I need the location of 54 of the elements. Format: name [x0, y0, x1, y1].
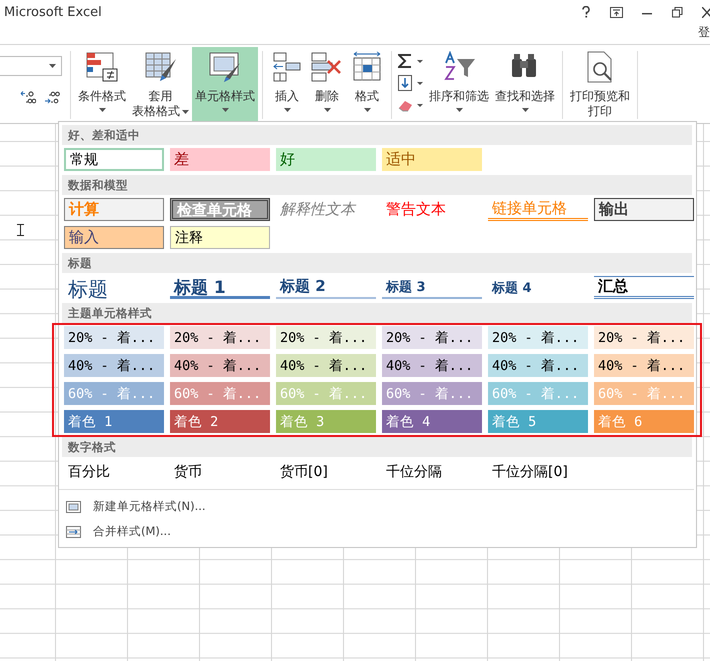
cell-style-swatch[interactable]: 好 [276, 148, 376, 171]
cell-style-swatch[interactable]: 常规 [64, 148, 164, 171]
ribbon-icon [310, 51, 344, 83]
sum-icon[interactable] [398, 53, 424, 69]
window-title: Microsoft Excel [4, 4, 102, 20]
decrease-decimal-icon[interactable] [44, 90, 60, 104]
section-header: 标题 [62, 253, 692, 273]
section-header: 数据和模型 [62, 175, 692, 195]
help-icon[interactable] [581, 6, 591, 18]
cell-style-swatch[interactable]: 适中 [382, 148, 482, 171]
cell-style-swatch[interactable]: 差 [170, 148, 270, 171]
cell-style-swatch[interactable]: 输出 [594, 198, 694, 221]
cell-style-swatch[interactable]: 40% - 着... [594, 354, 694, 377]
ribbon-display-icon[interactable] [610, 6, 623, 18]
cell-style-swatch[interactable]: 40% - 着... [488, 354, 588, 377]
cell-style-swatch[interactable]: 20% - 着... [382, 326, 482, 349]
cell-style-swatch[interactable]: 40% - 着... [382, 354, 482, 377]
cell-style-swatch[interactable]: 20% - 着... [594, 326, 694, 349]
ribbon-icon [144, 51, 178, 83]
text-cursor-icon [17, 224, 24, 236]
table-icon [66, 500, 81, 512]
caret-icon [49, 64, 56, 68]
ribbon-icon [208, 51, 242, 83]
ribbon-find-button[interactable]: 查找和选择 [492, 47, 558, 125]
cell-style-swatch[interactable]: 40% - 着... [170, 354, 270, 377]
close-icon[interactable] [702, 6, 710, 18]
cell-style-swatch[interactable]: 着色 1 [64, 410, 164, 433]
ribbon-icon [442, 51, 476, 83]
merge-icon [66, 526, 81, 538]
cell-style-swatch[interactable]: 40% - 着... [64, 354, 164, 377]
increase-decimal-icon[interactable] [20, 90, 36, 104]
ribbon-insert-button[interactable]: 插入 [267, 47, 307, 125]
fill-down-icon[interactable] [398, 75, 424, 91]
ribbon-delete-button[interactable]: 删除 [307, 47, 347, 125]
cell-style-swatch[interactable]: 20% - 着... [276, 326, 376, 349]
section-header: 数字格式 [62, 437, 692, 457]
font-size-field[interactable] [0, 56, 62, 76]
cell-style-swatch[interactable]: 注释 [170, 226, 270, 249]
menu-item[interactable]: 合并样式(M)... [64, 522, 173, 541]
cell-style-swatch[interactable]: 20% - 着... [170, 326, 270, 349]
cell-style-swatch[interactable]: 着色 2 [170, 410, 270, 433]
ribbon-print-button[interactable]: 打印预览和 打印 [567, 47, 633, 125]
cell-style-swatch[interactable]: 40% - 着... [276, 354, 376, 377]
cell-style-swatch[interactable]: 20% - 着... [488, 326, 588, 349]
cell-style-swatch[interactable]: 输入 [64, 226, 164, 249]
section-header: 主题单元格样式 [62, 303, 692, 323]
menu-item[interactable]: 新建单元格样式(N)... [64, 497, 208, 516]
sign-in-link[interactable]: 登 [698, 24, 710, 44]
section-header: 好、差和适中 [62, 125, 692, 145]
ribbon-sort-button[interactable]: 排序和筛选 [426, 47, 492, 125]
cell-style-swatch[interactable]: 着色 4 [382, 410, 482, 433]
cell-style-swatch[interactable]: 20% - 着... [64, 326, 164, 349]
ribbon-icon [85, 51, 119, 83]
restore-icon[interactable] [672, 6, 683, 18]
